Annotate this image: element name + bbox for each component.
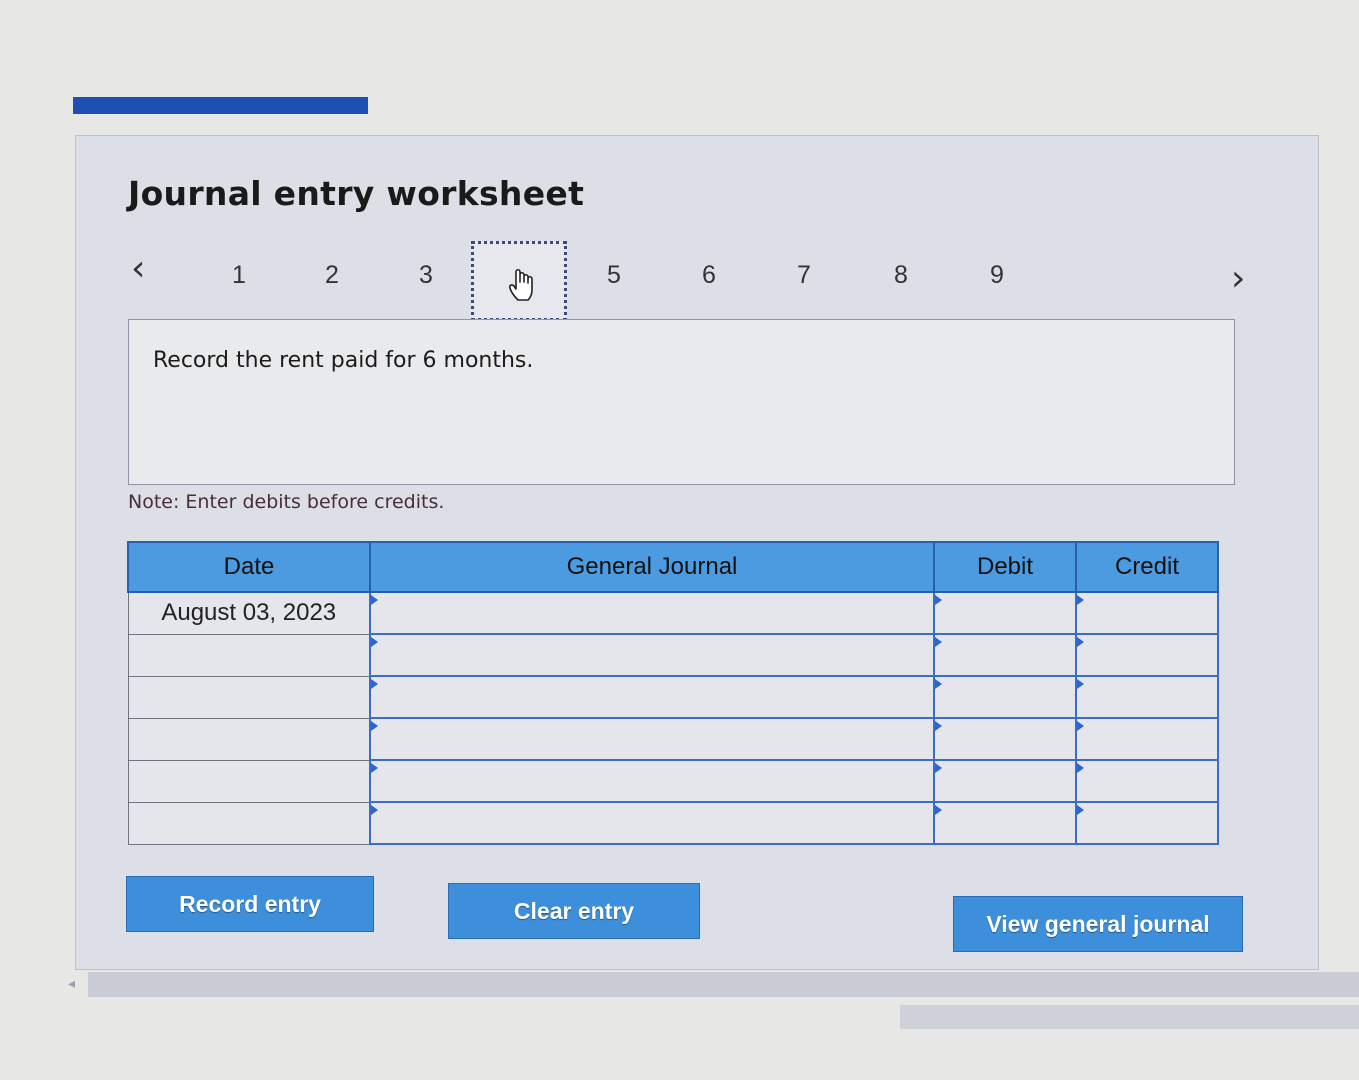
date-cell	[127, 675, 371, 719]
entry-marker-icon	[935, 637, 942, 647]
header-credit: Credit	[1075, 541, 1219, 593]
step-5[interactable]: 5	[594, 261, 634, 290]
date-cell	[127, 717, 371, 761]
journal-table: Date General Journal Debit Credit August…	[127, 541, 1219, 845]
account-cell[interactable]	[369, 591, 935, 635]
table-row	[127, 759, 1219, 803]
table-header-row: Date General Journal Debit Credit	[127, 541, 1219, 593]
account-cell[interactable]	[369, 717, 935, 761]
debit-cell[interactable]	[933, 675, 1077, 719]
credit-cell[interactable]	[1075, 675, 1219, 719]
account-cell[interactable]	[369, 633, 935, 677]
step-6[interactable]: 6	[689, 261, 729, 290]
account-cell[interactable]	[369, 759, 935, 803]
step-navigator: ‹ 1 2 3 5 6 7 8 9 ›	[76, 241, 1318, 321]
table-row	[127, 675, 1219, 719]
debit-cell[interactable]	[933, 591, 1077, 635]
debit-cell[interactable]	[933, 633, 1077, 677]
entry-marker-icon	[1077, 637, 1084, 647]
date-cell	[127, 759, 371, 803]
worksheet-panel: Journal entry worksheet ‹ 1 2 3 5 6 7 8 …	[75, 135, 1319, 970]
dropdown-marker-icon	[371, 763, 378, 773]
table-row	[127, 717, 1219, 761]
step-1[interactable]: 1	[219, 261, 259, 290]
dropdown-marker-icon	[371, 679, 378, 689]
table-row: August 03, 2023	[127, 591, 1219, 635]
step-9[interactable]: 9	[977, 261, 1017, 290]
record-entry-button[interactable]: Record entry	[126, 876, 374, 932]
account-cell[interactable]	[369, 801, 935, 845]
entry-marker-icon	[935, 805, 942, 815]
credit-cell[interactable]	[1075, 801, 1219, 845]
dropdown-marker-icon	[371, 805, 378, 815]
credit-cell[interactable]	[1075, 759, 1219, 803]
horizontal-scrollbar[interactable]	[88, 972, 1359, 997]
debit-cell[interactable]	[933, 801, 1077, 845]
header-general-journal: General Journal	[369, 541, 935, 593]
step-3[interactable]: 3	[406, 261, 446, 290]
debit-cell[interactable]	[933, 717, 1077, 761]
chevron-left-icon[interactable]: ‹	[131, 251, 145, 287]
account-cell[interactable]	[369, 675, 935, 719]
entry-marker-icon	[1077, 721, 1084, 731]
instruction-note: Note: Enter debits before credits.	[128, 491, 445, 513]
view-general-journal-button[interactable]: View general journal	[953, 896, 1243, 952]
scroll-left-icon[interactable]: ◂	[68, 976, 75, 992]
dropdown-marker-icon	[371, 721, 378, 731]
credit-cell[interactable]	[1075, 591, 1219, 635]
dropdown-marker-icon	[371, 637, 378, 647]
table-row	[127, 801, 1219, 845]
step-2[interactable]: 2	[312, 261, 352, 290]
date-cell	[127, 801, 371, 845]
entry-marker-icon	[935, 763, 942, 773]
pointer-hand-icon	[509, 268, 533, 301]
chevron-right-icon[interactable]: ›	[1231, 261, 1245, 297]
entry-marker-icon	[935, 721, 942, 731]
prompt-box: Record the rent paid for 6 months.	[128, 319, 1235, 485]
entry-marker-icon	[1077, 595, 1084, 605]
date-cell	[127, 633, 371, 677]
footer-strip	[900, 1005, 1359, 1029]
page-title: Journal entry worksheet	[128, 174, 585, 213]
step-4-active[interactable]	[471, 241, 567, 321]
table-row	[127, 633, 1219, 677]
dropdown-marker-icon	[371, 595, 378, 605]
debit-cell[interactable]	[933, 759, 1077, 803]
step-7[interactable]: 7	[784, 261, 824, 290]
step-8[interactable]: 8	[881, 261, 921, 290]
date-cell: August 03, 2023	[127, 591, 371, 635]
entry-marker-icon	[935, 679, 942, 689]
entry-marker-icon	[1077, 763, 1084, 773]
entry-marker-icon	[1077, 805, 1084, 815]
credit-cell[interactable]	[1075, 717, 1219, 761]
credit-cell[interactable]	[1075, 633, 1219, 677]
clear-entry-button[interactable]: Clear entry	[448, 883, 700, 939]
header-date: Date	[127, 541, 371, 593]
header-debit: Debit	[933, 541, 1077, 593]
entry-marker-icon	[935, 595, 942, 605]
progress-bar	[73, 97, 368, 114]
prompt-text: Record the rent paid for 6 months.	[153, 348, 534, 373]
entry-marker-icon	[1077, 679, 1084, 689]
